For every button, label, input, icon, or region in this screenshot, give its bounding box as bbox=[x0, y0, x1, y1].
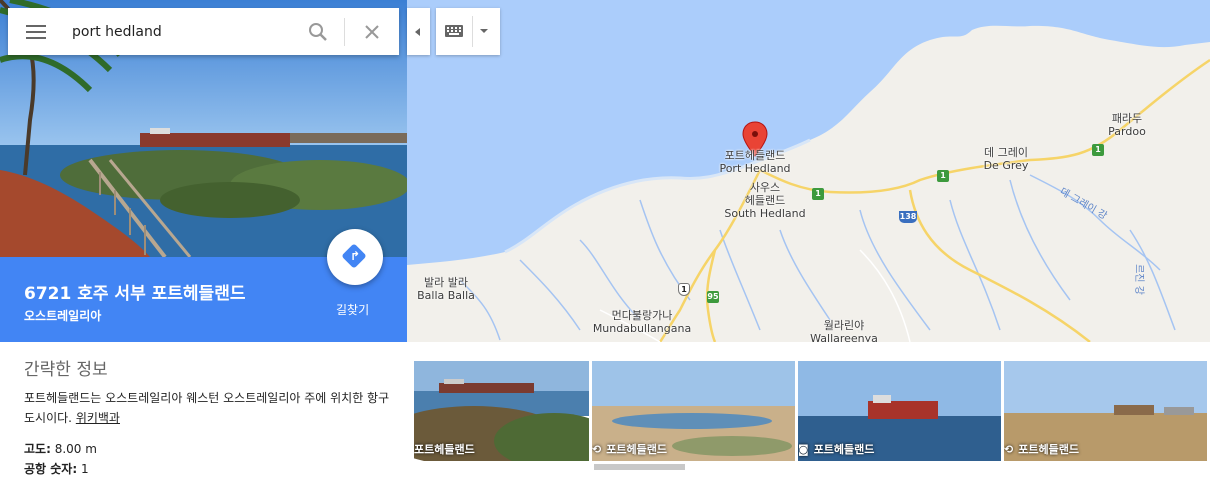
place-subtitle: 오스트레일리아 bbox=[24, 309, 102, 323]
collapse-panel-button[interactable] bbox=[407, 8, 430, 55]
quick-facts-description: 포트헤들랜드는 오스트레일리아 웨스턴 오스트레일리아 주에 위치한 항구 도시… bbox=[24, 391, 390, 425]
photo-caption: ⟲ 포트헤들랜드 bbox=[592, 443, 667, 456]
photo-thumbnail[interactable]: ⟲ 포트헤들랜드 bbox=[592, 361, 795, 461]
photo-strip: 포트헤들랜드 ⟲ 포트헤들랜드 ◙ 포트헤들랜드 ⟲ 포트헤들랜드 bbox=[407, 342, 1210, 479]
map-label-river: 르진 강 bbox=[1132, 264, 1144, 295]
photo-thumbnail[interactable]: ⟲ 포트헤들랜드 bbox=[1004, 361, 1207, 461]
fact-airports: 공항 숫자: 1 bbox=[24, 462, 89, 476]
camera-icon: ◙ bbox=[798, 443, 809, 456]
search-divider bbox=[344, 18, 345, 46]
photo-strip-scrollbar[interactable] bbox=[594, 464, 685, 470]
fact-elevation: 고도: 8.00 m bbox=[24, 442, 97, 456]
search-box bbox=[8, 8, 399, 55]
photo-thumbnail[interactable]: ◙ 포트헤들랜드 bbox=[798, 361, 1001, 461]
search-icon[interactable] bbox=[306, 20, 330, 44]
route-shield: 95 bbox=[707, 291, 719, 303]
chevron-left-icon bbox=[415, 28, 420, 36]
keyboard-icon[interactable] bbox=[445, 25, 463, 37]
map-label-south-hedland: 사우스 헤들랜드 South Hedland bbox=[724, 181, 806, 220]
chevron-down-icon[interactable] bbox=[480, 29, 488, 33]
close-icon[interactable] bbox=[360, 20, 384, 44]
360-icon: ⟲ bbox=[592, 443, 602, 456]
directions-label[interactable]: 길찾기 bbox=[336, 301, 369, 318]
route-shield: 1 bbox=[937, 170, 949, 182]
photo-caption: ⟲ 포트헤들랜드 bbox=[1004, 443, 1079, 456]
map-label-pardoo: 패라두 Pardoo bbox=[1108, 112, 1146, 138]
route-shield: 1 bbox=[678, 283, 690, 296]
toolbar-divider bbox=[472, 16, 473, 47]
map-label-balla-balla: 발라 발라 Balla Balla bbox=[417, 276, 475, 302]
map-label-de-grey: 데 그레이 De Grey bbox=[983, 146, 1029, 172]
map-label-port-hedland: 포트헤들랜드 Port Hedland bbox=[719, 149, 791, 175]
route-shield: 138 bbox=[899, 211, 917, 223]
input-tools bbox=[436, 8, 500, 55]
search-input[interactable] bbox=[70, 20, 294, 44]
hamburger-menu-icon[interactable] bbox=[26, 25, 46, 39]
photo-caption: ◙ 포트헤들랜드 bbox=[798, 443, 875, 456]
photo-thumbnail[interactable]: 포트헤들랜드 bbox=[414, 361, 589, 461]
place-title: 6721 호주 서부 포트헤들랜드 bbox=[24, 284, 246, 304]
map-label-mundabullangana: 먼다불랑가나 Mundabullangana bbox=[592, 309, 692, 335]
photo-caption: 포트헤들랜드 bbox=[414, 443, 475, 456]
route-shield: 1 bbox=[812, 188, 824, 200]
directions-arrow-icon: ↱ bbox=[349, 249, 361, 263]
directions-button[interactable]: ↱ bbox=[327, 229, 383, 285]
quick-facts-heading: 간략한 정보 bbox=[24, 360, 108, 380]
quick-facts: 간략한 정보 포트헤들랜드는 오스트레일리아 웨스턴 오스트레일리아 주에 위치… bbox=[0, 342, 407, 479]
place-header: 6721 호주 서부 포트헤들랜드 오스트레일리아 ↱ 길찾기 bbox=[0, 229, 407, 342]
360-icon: ⟲ bbox=[1004, 443, 1014, 456]
wikipedia-link[interactable]: 위키백과 bbox=[76, 411, 120, 425]
route-shield: 1 bbox=[1092, 144, 1104, 156]
